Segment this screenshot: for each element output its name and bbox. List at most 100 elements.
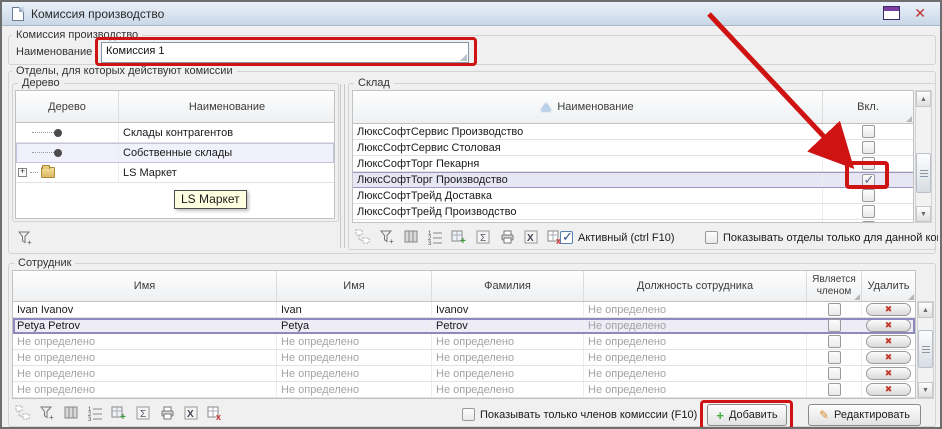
active-checkbox-row[interactable]: Активный (ctrl F10) xyxy=(560,231,674,244)
name-field-label: Наименование xyxy=(12,46,96,58)
warehouse-row[interactable]: ЛюксСофтТрейд Доставка xyxy=(353,188,913,204)
table-delete-icon[interactable]: x xyxy=(206,405,223,421)
tree-row[interactable]: Склады контрагентов xyxy=(16,123,334,143)
restore-window-icon[interactable] xyxy=(883,6,900,20)
sum-icon[interactable]: Σ xyxy=(134,405,151,421)
window-document-icon xyxy=(12,7,24,21)
table-add-icon[interactable]: + xyxy=(450,229,467,245)
employee-row[interactable]: Не определено Не определено Не определен… xyxy=(13,366,915,382)
member-checkbox[interactable] xyxy=(828,367,841,380)
print-icon[interactable] xyxy=(498,229,515,245)
warehouse-row[interactable]: ЛюксСофтСервис Производство xyxy=(353,124,913,140)
delete-row-button[interactable] xyxy=(866,319,911,332)
emp-col-header-first[interactable]: Имя xyxy=(277,271,432,301)
tree-col-header-tree[interactable]: Дерево xyxy=(16,91,119,122)
filter-plus-icon[interactable]: + xyxy=(38,405,55,421)
employee-row[interactable]: Не определено Не определено Не определен… xyxy=(13,382,915,398)
add-button[interactable]: + Добавить xyxy=(707,404,787,426)
scroll-up-icon[interactable]: ▲ xyxy=(918,302,933,318)
active-checkbox[interactable] xyxy=(560,231,573,244)
show-depts-checkbox-row[interactable]: Показывать отделы только для данной коми… xyxy=(705,231,938,244)
warehouse-row[interactable]: ЛюксСофтТрейд Производство xyxy=(353,204,913,220)
numbered-list-icon[interactable]: 123 xyxy=(86,405,103,421)
columns-icon[interactable] xyxy=(402,229,419,245)
warehouse-col-header-name[interactable]: Наименование xyxy=(353,91,823,123)
emp-col-header-delete[interactable]: Удалить xyxy=(862,271,915,301)
show-members-checkbox-row[interactable]: Показывать только членов комиссии (F10) xyxy=(462,408,697,421)
svg-text:Σ: Σ xyxy=(480,233,486,244)
warehouse-col-header-enabled[interactable]: Вкл. xyxy=(823,91,913,123)
show-members-checkbox[interactable] xyxy=(462,408,475,421)
name-input-value: Комиссия 1 xyxy=(106,45,165,57)
active-checkbox-label: Активный (ctrl F10) xyxy=(578,232,674,244)
tree-warehouse-splitter[interactable] xyxy=(340,84,345,248)
sum-icon[interactable]: Σ xyxy=(474,229,491,245)
delete-row-button[interactable] xyxy=(866,335,911,348)
delete-row-button[interactable] xyxy=(866,303,911,316)
svg-text:+: + xyxy=(27,238,32,246)
scroll-up-icon[interactable]: ▲ xyxy=(916,91,931,107)
scroll-down-icon[interactable]: ▼ xyxy=(918,382,933,398)
node-bullet-icon xyxy=(54,129,62,137)
delete-row-button[interactable] xyxy=(866,367,911,380)
emp-col-header-member[interactable]: Является членом xyxy=(807,271,862,301)
warehouse-row[interactable]: ЛюксСофтСервис Столовая xyxy=(353,140,913,156)
member-checkbox[interactable] xyxy=(828,383,841,396)
scrollbar-thumb[interactable] xyxy=(918,330,933,368)
enabled-checkbox-checked[interactable] xyxy=(862,174,875,187)
edit-button[interactable]: ✎ Редактировать xyxy=(808,404,921,426)
warehouse-row-clipped[interactable]: ЛюксСофтТрейд Снабжение xyxy=(353,220,913,223)
member-checkbox[interactable] xyxy=(828,319,841,332)
hierarchy-icon[interactable] xyxy=(14,405,31,421)
filter-plus-icon[interactable]: + xyxy=(378,229,395,245)
employees-table: Имя Имя Фамилия Должность сотрудника Явл… xyxy=(12,270,916,399)
enabled-checkbox[interactable] xyxy=(862,157,875,170)
export-excel-icon[interactable]: X xyxy=(522,229,539,245)
member-checkbox[interactable] xyxy=(828,351,841,364)
member-checkbox[interactable] xyxy=(828,303,841,316)
warehouse-row-selected[interactable]: ЛюксСофтТорг Производство xyxy=(353,172,913,188)
filter-plus-icon[interactable]: + xyxy=(16,230,33,246)
employee-row[interactable]: Не определено Не определено Не определен… xyxy=(13,334,915,350)
warehouse-row[interactable]: ЛюксСофтТорг Пекарня xyxy=(353,156,913,172)
scroll-down-icon[interactable]: ▼ xyxy=(916,206,931,222)
enabled-checkbox[interactable] xyxy=(862,221,875,223)
employee-row-selected[interactable]: Petya Petrov Petya Petrov Не определено xyxy=(13,318,915,334)
print-icon[interactable] xyxy=(158,405,175,421)
input-resize-grip[interactable] xyxy=(460,54,467,61)
emp-col-header-name[interactable]: Имя xyxy=(13,271,277,301)
table-add-icon[interactable]: + xyxy=(110,405,127,421)
tree-row[interactable]: LS Маркет xyxy=(16,163,334,183)
tree-group-label: Дерево xyxy=(18,77,64,89)
delete-row-button[interactable] xyxy=(866,351,911,364)
edit-button-label: Редактировать xyxy=(834,409,910,421)
tree-col-header-name[interactable]: Наименование xyxy=(119,91,335,122)
tree-row[interactable]: Собственные склады xyxy=(16,143,334,163)
employee-row[interactable]: Ivan Ivanov Ivan Ivanov Не определено xyxy=(13,302,915,318)
tree-connector xyxy=(32,152,54,153)
emp-col-header-position[interactable]: Должность сотрудника xyxy=(584,271,807,301)
enabled-checkbox[interactable] xyxy=(862,141,875,154)
enabled-checkbox[interactable] xyxy=(862,205,875,218)
close-icon[interactable]: ✕ xyxy=(914,6,926,20)
name-input[interactable]: Комиссия 1 xyxy=(101,42,469,63)
scrollbar-thumb[interactable] xyxy=(916,153,931,193)
enabled-checkbox[interactable] xyxy=(862,125,875,138)
plus-icon: + xyxy=(716,409,724,422)
warehouse-group-label: Склад xyxy=(354,77,394,89)
export-excel-icon[interactable]: X xyxy=(182,405,199,421)
employee-row[interactable]: Не определено Не определено Не определен… xyxy=(13,350,915,366)
delete-row-button[interactable] xyxy=(866,383,911,396)
enabled-checkbox[interactable] xyxy=(862,189,875,202)
add-button-label: Добавить xyxy=(729,409,778,421)
show-depts-checkbox[interactable] xyxy=(705,231,718,244)
employees-scrollbar[interactable]: ▲ ▼ xyxy=(917,301,934,399)
member-checkbox[interactable] xyxy=(828,335,841,348)
expand-plus-icon[interactable] xyxy=(18,168,27,177)
app-window: Комиссия производство ✕ Комиссия произво… xyxy=(0,0,942,429)
columns-icon[interactable] xyxy=(62,405,79,421)
numbered-list-icon[interactable]: 123 xyxy=(426,229,443,245)
warehouse-scrollbar[interactable]: ▲ ▼ xyxy=(915,90,932,223)
hierarchy-icon[interactable] xyxy=(354,229,371,245)
emp-col-header-last[interactable]: Фамилия xyxy=(432,271,584,301)
